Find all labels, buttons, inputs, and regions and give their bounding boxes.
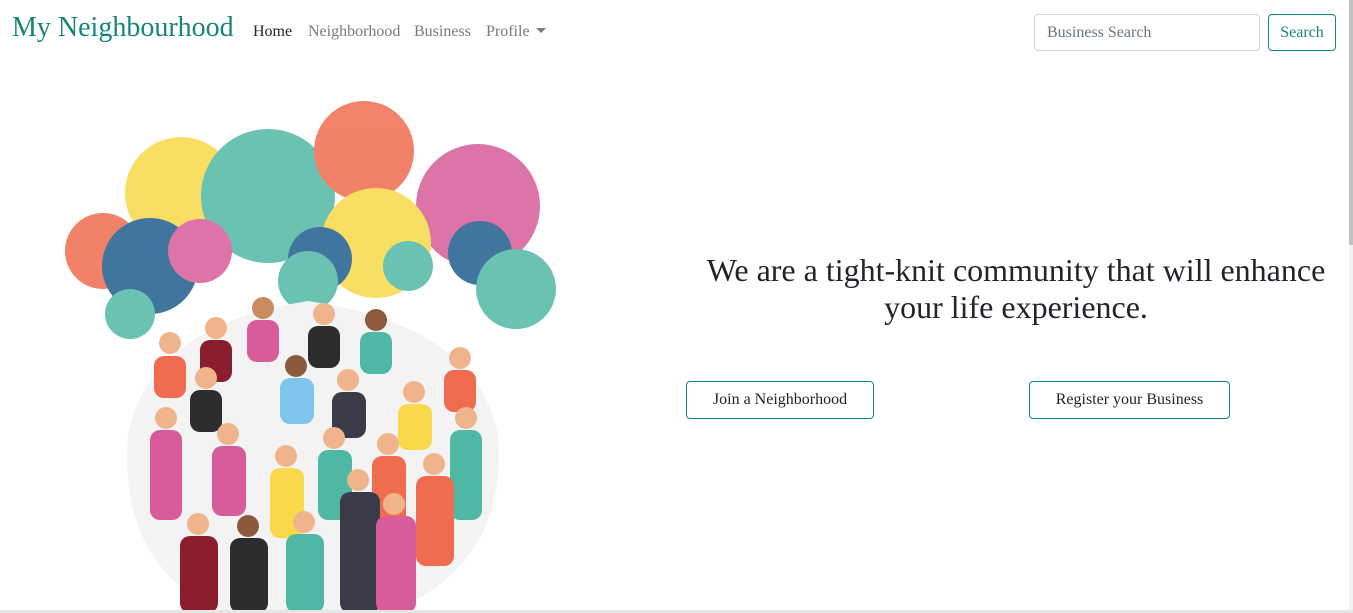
register-business-button[interactable]: Register your Business bbox=[1029, 381, 1230, 419]
community-crowd-illustration bbox=[65, 101, 556, 613]
scrollbar-thumb[interactable] bbox=[1349, 0, 1353, 245]
nav-dropdown-profile[interactable]: Profile bbox=[486, 23, 546, 41]
search-button[interactable]: Search bbox=[1268, 14, 1336, 51]
navbar: My Neighbourhood Home Neighborhood Busin… bbox=[0, 0, 1353, 64]
nav-dropdown-profile-label: Profile bbox=[486, 23, 530, 40]
business-search-input[interactable] bbox=[1034, 14, 1260, 51]
nav-link-business[interactable]: Business bbox=[414, 23, 471, 41]
nav-link-neighborhood[interactable]: Neighborhood bbox=[308, 23, 400, 41]
brand-link[interactable]: My Neighbourhood bbox=[12, 12, 234, 44]
join-neighborhood-button[interactable]: Join a Neighborhood bbox=[686, 381, 874, 419]
hero-tagline: We are a tight-knit community that will … bbox=[706, 252, 1326, 325]
nav-link-home[interactable]: Home bbox=[253, 23, 292, 41]
chevron-down-icon bbox=[535, 28, 546, 33]
vertical-scrollbar[interactable] bbox=[1349, 0, 1353, 613]
